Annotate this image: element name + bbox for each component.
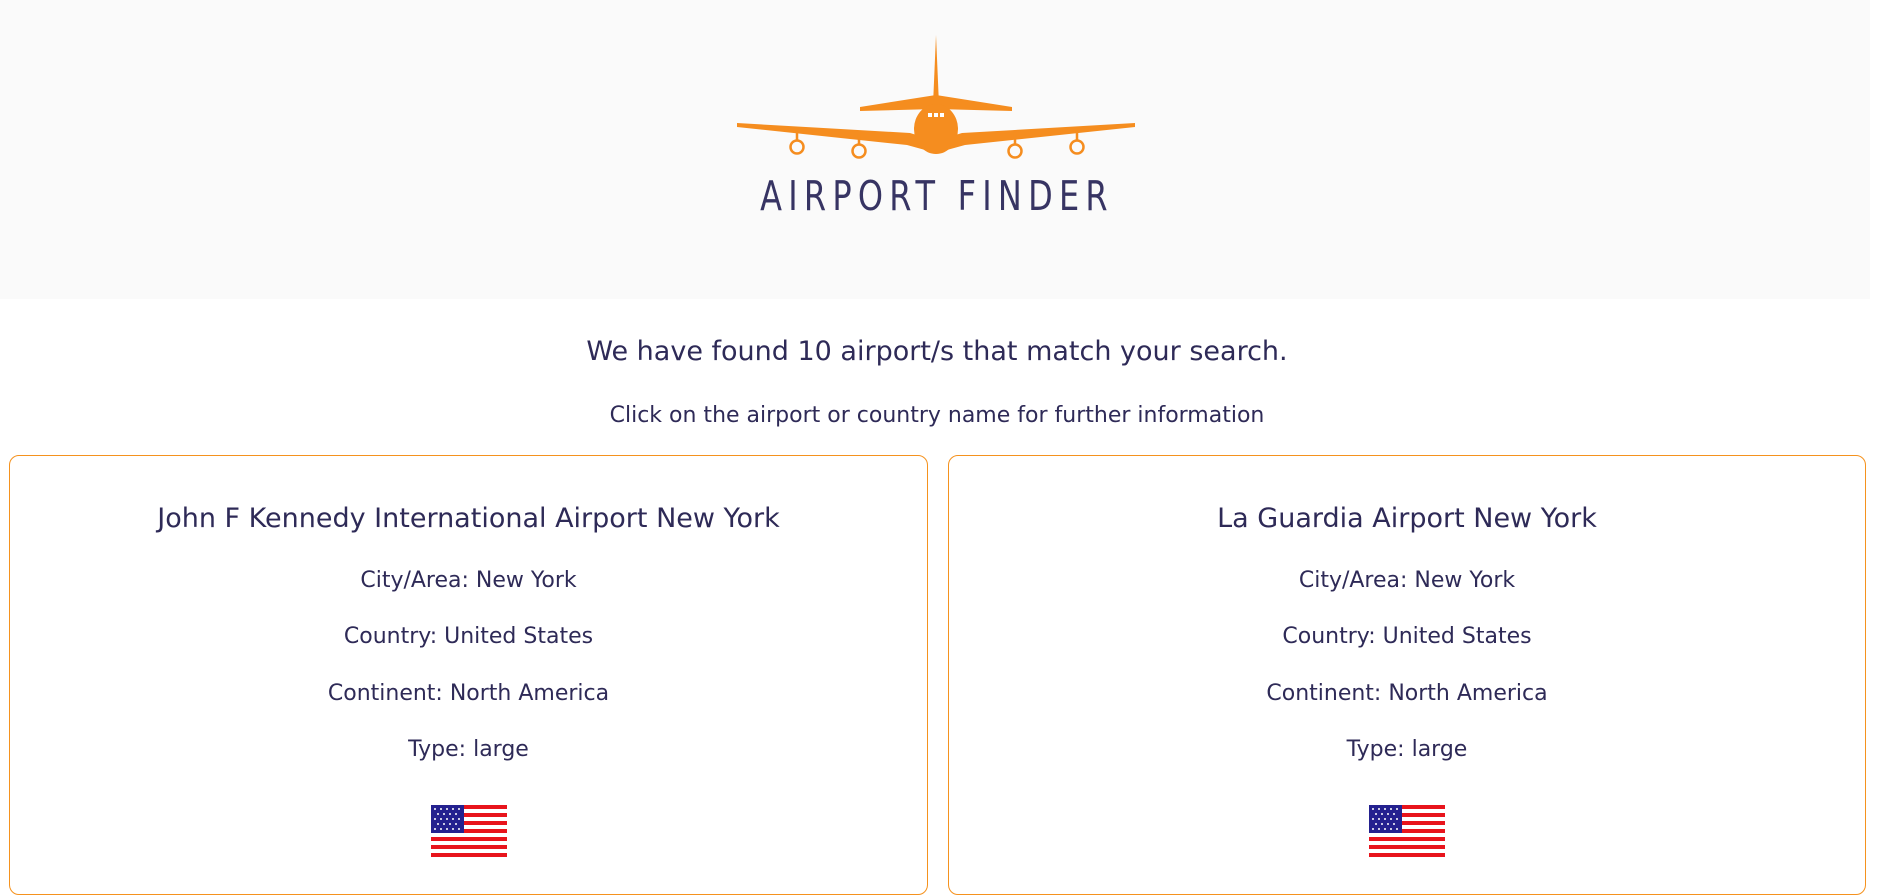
results-count-heading: We have found 10 airport/s that match yo…	[586, 336, 1288, 367]
airport-country-link[interactable]: Country: United States	[10, 624, 927, 649]
airport-card: John F Kennedy International Airport New…	[9, 455, 928, 895]
airport-continent: Continent: North America	[1266, 681, 1548, 706]
airport-type: Type: large	[408, 737, 529, 762]
us-flag-icon[interactable]	[1369, 805, 1445, 857]
airport-card: La Guardia Airport New York City/Area: N…	[948, 455, 1866, 895]
airport-country-link[interactable]: Country: United States	[949, 624, 1865, 649]
airplane-logo-icon[interactable]	[735, 33, 1137, 163]
results-instruction: Click on the airport or country name for…	[609, 403, 1265, 428]
airport-name-link[interactable]: La Guardia Airport New York	[949, 503, 1865, 534]
airport-type: Type: large	[1346, 737, 1468, 762]
airport-city: City/Area: New York	[360, 568, 577, 593]
airport-continent: Continent: North America	[327, 681, 610, 706]
airport-city: City/Area: New York	[1298, 568, 1516, 593]
site-header: AIRPORT FINDER	[0, 0, 1870, 299]
us-flag-icon[interactable]	[430, 805, 507, 857]
airport-name-link[interactable]: John F Kennedy International Airport New…	[10, 503, 927, 534]
logo-title[interactable]: AIRPORT FINDER	[206, 172, 1668, 220]
